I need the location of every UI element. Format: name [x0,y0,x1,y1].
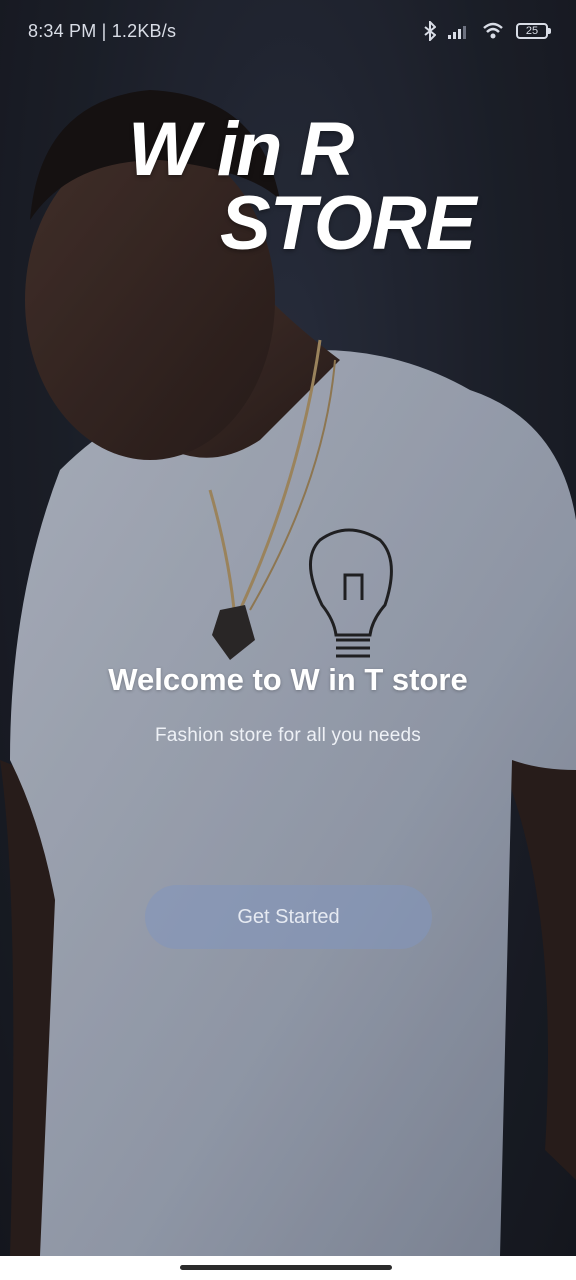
logo-line-1: W in R [128,107,354,192]
status-time-speed: 8:34 PM | 1.2KB/s [28,20,177,41]
battery-icon: 25 [516,23,551,39]
logo-line-2: STORE [220,181,476,266]
status-icons: 25 [424,21,551,41]
navigation-bar [0,1256,576,1280]
get-started-button[interactable]: Get Started [145,885,432,949]
store-logo: W in R STORE [128,112,488,262]
wifi-icon [483,22,503,39]
status-bar: 8:34 PM | 1.2KB/s 25 [0,0,576,62]
signal-icon [448,26,466,39]
bluetooth-icon [424,21,436,41]
welcome-subtitle: Fashion store for all you needs [154,725,421,746]
welcome-title: Welcome to W in T store [108,662,468,697]
welcome-screen: 8:34 PM | 1.2KB/s 25 W in R STORE Welcom… [0,0,576,1280]
home-indicator[interactable] [180,1265,392,1270]
